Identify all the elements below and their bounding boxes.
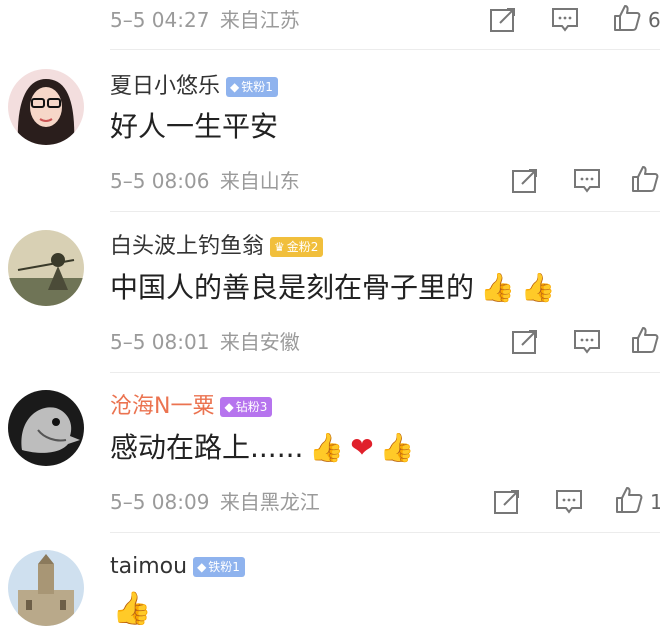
comment-source: 来自安徽 bbox=[219, 330, 300, 354]
name-row: 夏日小悠乐 ◆ 铁粉1 bbox=[110, 72, 278, 102]
comment-time: 5–5 08:09 bbox=[110, 490, 210, 514]
diamond-icon: ◆ bbox=[230, 80, 240, 94]
thumbs-up-emoji: 👍 bbox=[112, 589, 152, 627]
comment-icon[interactable] bbox=[554, 487, 584, 517]
comment-meta: 5–5 08:09 来自黑龙江 bbox=[110, 488, 320, 516]
badge-label: 金粉2 bbox=[286, 240, 319, 254]
heart-emoji: ❤ bbox=[350, 431, 374, 464]
username[interactable]: 沧海N一粟 bbox=[110, 392, 214, 422]
comment-text-body: 中国人的善良是刻在骨子里的 bbox=[110, 271, 475, 304]
like-count: 6 bbox=[648, 8, 660, 32]
share-icon[interactable] bbox=[488, 5, 518, 35]
username[interactable]: taimou bbox=[110, 552, 187, 582]
diamond-icon: ◆ bbox=[224, 400, 234, 414]
divider bbox=[110, 532, 660, 533]
share-icon[interactable] bbox=[492, 487, 522, 517]
username[interactable]: 夏日小悠乐 bbox=[110, 72, 220, 102]
thumbs-up-emoji: 👍 bbox=[480, 271, 515, 304]
comment-source: 来自江苏 bbox=[219, 8, 300, 32]
divider bbox=[110, 372, 660, 373]
comment-text: 中国人的善良是刻在骨子里的 👍 👍 bbox=[110, 268, 556, 308]
comment-source: 来自山东 bbox=[219, 169, 300, 193]
comment-time: 5–5 04:27 bbox=[110, 8, 210, 32]
share-icon[interactable] bbox=[510, 166, 540, 196]
diamond-icon: ◆ bbox=[197, 560, 207, 574]
name-row: 沧海N一粟 ◆ 钻粉3 bbox=[110, 392, 273, 422]
crown-icon: ♛ bbox=[274, 240, 285, 254]
username[interactable]: 白头波上钓鱼翁 bbox=[110, 232, 264, 262]
comment-meta: 5–5 08:06 来自山东 bbox=[110, 167, 300, 195]
avatar[interactable] bbox=[8, 390, 84, 466]
comment-icon[interactable] bbox=[572, 166, 602, 196]
badge-label: 钻粉3 bbox=[235, 400, 268, 414]
divider bbox=[110, 49, 660, 50]
comment-source: 来自黑龙江 bbox=[219, 490, 320, 514]
avatar[interactable] bbox=[8, 230, 84, 306]
comment-time: 5–5 08:01 bbox=[110, 330, 210, 354]
share-icon[interactable] bbox=[510, 327, 540, 357]
like-icon[interactable] bbox=[614, 485, 644, 515]
name-row: 白头波上钓鱼翁 ♛ 金粉2 bbox=[110, 232, 324, 262]
fan-badge[interactable]: ♛ 金粉2 bbox=[270, 237, 324, 257]
thumbs-up-emoji: 👍 bbox=[379, 431, 415, 464]
fan-badge[interactable]: ◆ 铁粉1 bbox=[193, 557, 245, 577]
comment-meta: 5–5 04:27 来自江苏 bbox=[110, 6, 300, 34]
comment-icon[interactable] bbox=[572, 327, 602, 357]
comment-text-body: 感动在路上...... bbox=[110, 431, 304, 464]
badge-label: 铁粉1 bbox=[241, 80, 273, 94]
comment-text: 感动在路上...... 👍 ❤ 👍 bbox=[110, 428, 415, 468]
comment-meta: 5–5 08:01 来自安徽 bbox=[110, 328, 300, 356]
like-icon[interactable] bbox=[630, 325, 660, 355]
avatar[interactable] bbox=[8, 550, 84, 626]
like-count: 1 bbox=[650, 490, 660, 514]
name-row: taimou ◆ 铁粉1 bbox=[110, 552, 245, 582]
comment-time: 5–5 08:06 bbox=[110, 169, 210, 193]
like-icon[interactable] bbox=[612, 3, 642, 33]
fan-badge[interactable]: ◆ 钻粉3 bbox=[220, 397, 273, 417]
avatar[interactable] bbox=[8, 69, 84, 145]
thumbs-up-emoji: 👍 bbox=[520, 271, 556, 304]
badge-label: 铁粉1 bbox=[208, 560, 240, 574]
comment-text: 👍 bbox=[106, 588, 152, 628]
comment-text: 好人一生平安 bbox=[110, 110, 279, 143]
comment-icon[interactable] bbox=[550, 5, 580, 35]
divider bbox=[110, 211, 660, 212]
like-icon[interactable] bbox=[630, 164, 660, 194]
thumbs-up-emoji: 👍 bbox=[309, 431, 345, 464]
fan-badge[interactable]: ◆ 铁粉1 bbox=[226, 77, 278, 97]
